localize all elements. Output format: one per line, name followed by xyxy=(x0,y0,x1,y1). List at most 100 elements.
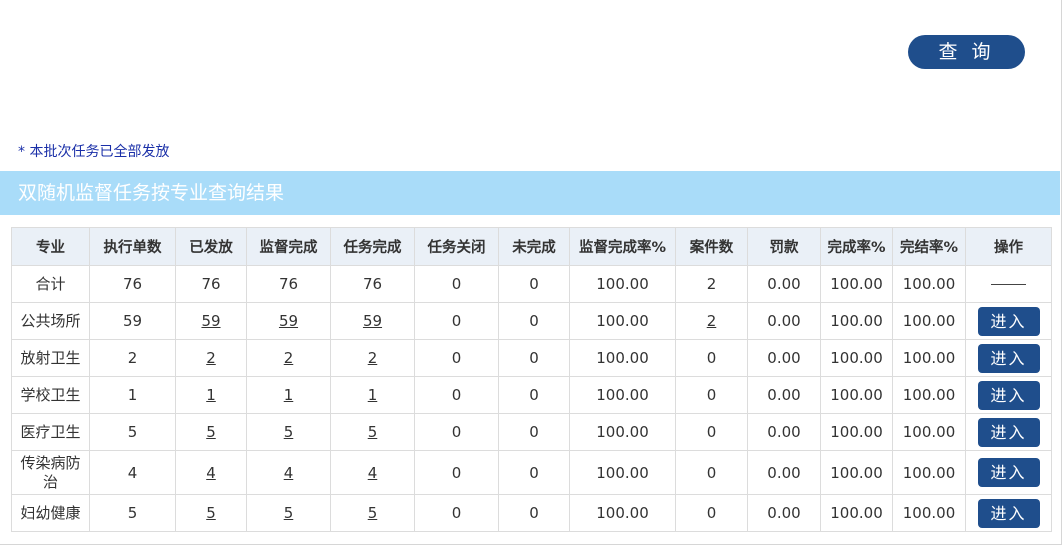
cases-cell: 0 xyxy=(675,494,748,532)
supervised-cell: 1 xyxy=(246,376,331,414)
specialty-cell: 医疗卫生 xyxy=(11,413,90,451)
issued-link[interactable]: 2 xyxy=(206,349,216,367)
supervised-cell: 2 xyxy=(246,339,331,377)
sup-rate-cell: 100.00 xyxy=(569,450,676,495)
rate-cell: 100.00 xyxy=(820,494,893,532)
header-cell: 案件数 xyxy=(675,227,748,266)
cases-cell: 2 xyxy=(675,265,748,303)
supervised-link[interactable]: 5 xyxy=(284,423,294,441)
cases-cell: 0 xyxy=(675,450,748,495)
done-link[interactable]: 5 xyxy=(368,423,378,441)
sup-rate-cell: 100.00 xyxy=(569,413,676,451)
dash-line xyxy=(991,284,1026,285)
close-rate-cell: 100.00 xyxy=(892,339,966,377)
fine-cell: 0.00 xyxy=(747,339,821,377)
supervised-link[interactable]: 5 xyxy=(284,504,294,522)
closed-cell: 0 xyxy=(414,450,499,495)
header-cell: 罚款 xyxy=(747,227,821,266)
specialty-cell: 学校卫生 xyxy=(11,376,90,414)
header-cell: 完成率% xyxy=(820,227,893,266)
specialty-cell: 公共场所 xyxy=(11,302,90,340)
supervised-link[interactable]: 1 xyxy=(284,386,294,404)
done-cell: 59 xyxy=(330,302,415,340)
cases-link[interactable]: 2 xyxy=(707,312,717,330)
rate-cell: 100.00 xyxy=(820,413,893,451)
closed-cell: 0 xyxy=(414,376,499,414)
action-cell: 进入 xyxy=(965,302,1052,340)
enter-button[interactable]: 进入 xyxy=(977,417,1040,447)
header-cell: 监督完成率% xyxy=(569,227,676,266)
query-button[interactable]: 查 询 xyxy=(908,35,1025,69)
results-title: 双随机监督任务按专业查询结果 xyxy=(0,171,1060,215)
unfinished-cell: 0 xyxy=(498,339,570,377)
unfinished-cell: 0 xyxy=(498,450,570,495)
supervised-link[interactable]: 2 xyxy=(284,349,294,367)
close-rate-cell: 100.00 xyxy=(892,494,966,532)
header-cell: 已发放 xyxy=(175,227,247,266)
header-cell: 操作 xyxy=(965,227,1052,266)
sup-rate-cell: 100.00 xyxy=(569,339,676,377)
enter-button[interactable]: 进入 xyxy=(977,458,1040,487)
close-rate-cell: 100.00 xyxy=(892,450,966,495)
enter-button[interactable]: 进入 xyxy=(977,306,1040,336)
specialty-cell: 传染病防治 xyxy=(11,450,90,495)
issued-link[interactable]: 59 xyxy=(201,312,220,330)
issued-cell: 1 xyxy=(175,376,247,414)
closed-cell: 0 xyxy=(414,265,499,303)
close-rate-cell: 100.00 xyxy=(892,413,966,451)
done-cell: 1 xyxy=(330,376,415,414)
action-cell: 进入 xyxy=(965,494,1052,532)
done-link[interactable]: 59 xyxy=(363,312,382,330)
fine-cell: 0.00 xyxy=(747,376,821,414)
closed-cell: 0 xyxy=(414,339,499,377)
close-rate-cell: 100.00 xyxy=(892,265,966,303)
supervised-link[interactable]: 59 xyxy=(279,312,298,330)
sup-rate-cell: 100.00 xyxy=(569,494,676,532)
issued-link[interactable]: 4 xyxy=(206,464,216,482)
issued-cell: 76 xyxy=(175,265,247,303)
issued-cell: 5 xyxy=(175,413,247,451)
done-cell: 2 xyxy=(330,339,415,377)
issued-link[interactable]: 1 xyxy=(206,386,216,404)
exec-count-cell: 1 xyxy=(89,376,176,414)
issued-cell: 59 xyxy=(175,302,247,340)
action-cell: 进入 xyxy=(965,413,1052,451)
specialty-cell: 妇幼健康 xyxy=(11,494,90,532)
done-link[interactable]: 1 xyxy=(368,386,378,404)
done-cell: 4 xyxy=(330,450,415,495)
rate-cell: 100.00 xyxy=(820,376,893,414)
issued-cell: 2 xyxy=(175,339,247,377)
done-link[interactable]: 4 xyxy=(368,464,378,482)
table-row-total: 合计 76 76 76 76 0 0 100.00 2 0.00 100.00 … xyxy=(11,265,1052,303)
close-rate-cell: 100.00 xyxy=(892,302,966,340)
done-link[interactable]: 5 xyxy=(368,504,378,522)
done-cell: 5 xyxy=(330,413,415,451)
exec-count-cell: 59 xyxy=(89,302,176,340)
header-cell: 监督完成 xyxy=(246,227,331,266)
issued-link[interactable]: 5 xyxy=(206,423,216,441)
table-row: 学校卫生 1 1 1 1 0 0 100.00 0 0.00 100.00 10… xyxy=(11,376,1052,414)
supervised-link[interactable]: 4 xyxy=(284,464,294,482)
unfinished-cell: 0 xyxy=(498,265,570,303)
fine-cell: 0.00 xyxy=(747,265,821,303)
closed-cell: 0 xyxy=(414,413,499,451)
unfinished-cell: 0 xyxy=(498,494,570,532)
specialty-cell: 合计 xyxy=(11,265,90,303)
issued-link[interactable]: 5 xyxy=(206,504,216,522)
action-cell: —— xyxy=(965,265,1052,303)
fine-cell: 0.00 xyxy=(747,494,821,532)
done-link[interactable]: 2 xyxy=(368,349,378,367)
table-row: 医疗卫生 5 5 5 5 0 0 100.00 0 0.00 100.00 10… xyxy=(11,413,1052,451)
table-row: 传染病防治 4 4 4 4 0 0 100.00 0 0.00 100.00 1… xyxy=(11,450,1052,495)
enter-button[interactable]: 进入 xyxy=(977,380,1040,410)
issued-cell: 5 xyxy=(175,494,247,532)
header-cell: 未完成 xyxy=(498,227,570,266)
header-cell: 任务关闭 xyxy=(414,227,499,266)
supervised-cell: 5 xyxy=(246,413,331,451)
header-cell: 专业 xyxy=(11,227,90,266)
sup-rate-cell: 100.00 xyxy=(569,376,676,414)
rate-cell: 100.00 xyxy=(820,450,893,495)
enter-button[interactable]: 进入 xyxy=(977,498,1040,528)
enter-button[interactable]: 进入 xyxy=(977,343,1040,373)
close-rate-cell: 100.00 xyxy=(892,376,966,414)
